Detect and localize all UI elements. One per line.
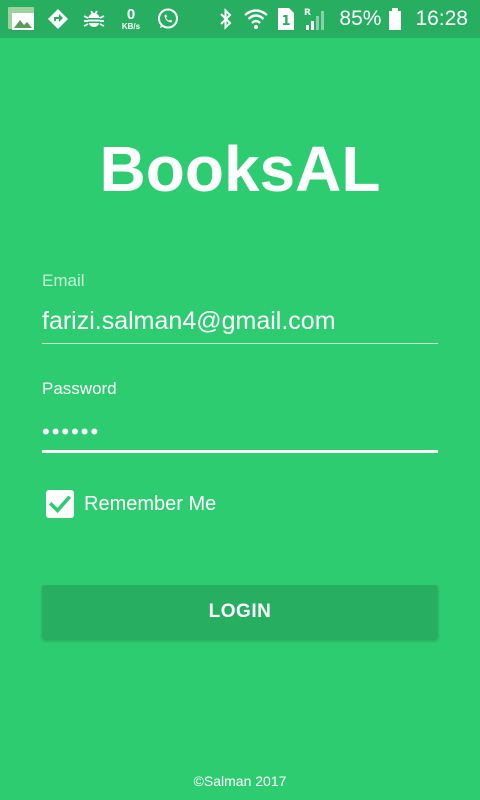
status-bar-system: 1 R 85% 16:28 <box>211 0 468 38</box>
footer-copyright: ©Salman 2017 <box>193 773 287 789</box>
status-bar: 0 KB/s 1 R 85% 16:28 <box>0 0 480 38</box>
email-label: Email <box>42 271 85 290</box>
status-bar-notifications: 0 KB/s <box>4 0 186 38</box>
password-field-group: Password •••••• <box>42 379 438 453</box>
email-field-group: Email <box>42 271 438 344</box>
sim-slot-label: 1 <box>282 14 291 29</box>
login-button[interactable]: LOGIN <box>42 585 438 639</box>
network-speed-unit: KB/s <box>121 22 141 31</box>
battery-icon <box>387 0 403 38</box>
password-label: Password <box>42 379 117 398</box>
remember-me-checkbox[interactable] <box>46 490 74 518</box>
wifi-icon <box>241 0 271 38</box>
bug-icon <box>76 0 112 38</box>
network-speed: 0 KB/s <box>112 0 150 38</box>
clock: 16:28 <box>415 7 468 30</box>
network-speed-value: 0 <box>126 6 136 23</box>
battery-percentage: 85% <box>339 7 382 30</box>
remember-me-label: Remember Me <box>84 492 217 515</box>
image-notification-icon <box>4 0 40 38</box>
sim-icon: 1 <box>271 0 301 38</box>
email-underline <box>42 343 438 344</box>
password-input[interactable]: •••••• <box>42 417 438 447</box>
roaming-indicator: R <box>304 8 311 18</box>
password-underline <box>42 450 438 453</box>
signal-icon: R <box>301 0 331 38</box>
navigation-icon <box>40 0 76 38</box>
checkmark-icon <box>48 495 72 514</box>
app-title: BooksAL <box>99 133 381 205</box>
remember-me-toggle[interactable]: Remember Me <box>46 489 216 519</box>
whatsapp-icon <box>150 0 186 38</box>
bluetooth-icon <box>211 0 241 38</box>
email-input[interactable] <box>42 305 438 337</box>
